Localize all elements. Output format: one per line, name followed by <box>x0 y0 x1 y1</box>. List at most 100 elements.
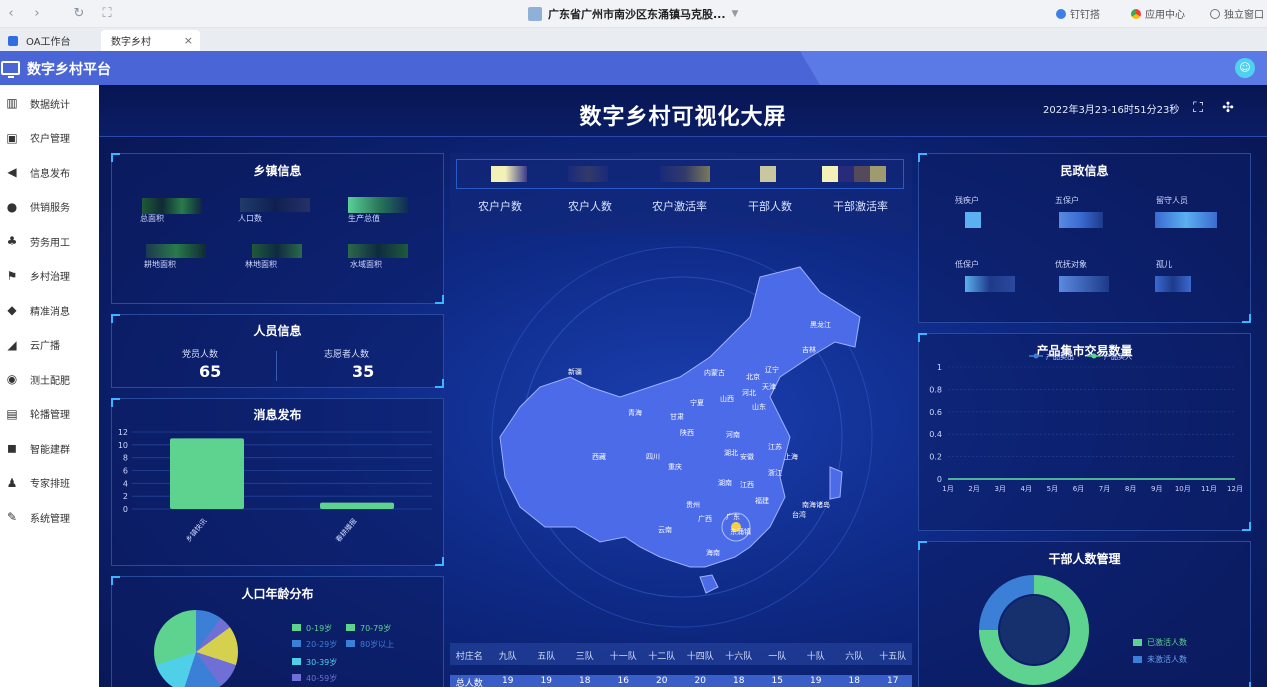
users-icon: ● <box>6 199 18 214</box>
civil-label: 优抚对象 <box>1055 260 1087 269</box>
masked-value <box>660 166 710 182</box>
table-cell: 16 <box>617 676 629 686</box>
table-cell: 17 <box>887 676 899 686</box>
sidebar-item[interactable]: ♣ 劳务用工 <box>0 224 99 258</box>
masked-value <box>348 244 408 258</box>
capture-icon[interactable]: ⛶ <box>98 5 116 23</box>
legend-label: 40-59岁 <box>306 674 338 683</box>
sidebar-item[interactable]: ✎ 系统管理 <box>0 500 99 534</box>
legend-dot-sell <box>1033 353 1039 359</box>
user-avatar[interactable]: ☺ <box>1235 58 1255 78</box>
map-label: 甘肃 <box>670 412 684 421</box>
masked-value <box>760 166 776 182</box>
map-label: 云南 <box>658 525 672 534</box>
civil-label: 孤儿 <box>1156 260 1172 269</box>
link-dingda[interactable]: 钉钉搭 <box>1056 6 1100 21</box>
town-label: 水域面积 <box>350 260 382 269</box>
map-label: 东涌镇 <box>730 527 751 536</box>
link-standalone-window[interactable]: 独立窗口 <box>1210 6 1264 21</box>
legend-sell: 产品卖出 <box>1046 352 1074 361</box>
sidebar-item[interactable]: ⚑ 乡村治理 <box>0 259 99 293</box>
x-tick-label: 6月 <box>1073 485 1084 493</box>
map-label: 湖北 <box>724 448 738 457</box>
exit-fullscreen-icon[interactable]: ✣ <box>1219 99 1237 117</box>
civil-label: 留守人员 <box>1156 196 1188 205</box>
sidebar-item-label: 云广播 <box>30 341 60 352</box>
sidebar-item[interactable]: ♟ 专家排班 <box>0 466 99 500</box>
table-header-cell: 十二队 <box>648 652 676 662</box>
window-icon <box>1210 8 1220 19</box>
map-label: 河北 <box>742 389 756 397</box>
age-pie-chart <box>154 610 238 687</box>
app-title: 数字乡村平台 <box>27 62 111 78</box>
panel-title: 产品集市交易数量 <box>1036 344 1133 358</box>
tab-digital-village[interactable]: 数字乡村 × <box>101 30 200 51</box>
message-panel: 消息发布 12 10 8 6 4 2 0 乡镇快讯 春耕播报 <box>111 398 444 566</box>
panel-title: 乡镇信息 <box>253 164 302 178</box>
panel-title: 人员信息 <box>253 324 302 338</box>
sidebar-item[interactable]: ◢ 云广播 <box>0 328 99 362</box>
table-cell: 总人数 <box>455 679 483 687</box>
sidebar-item-label: 专家排班 <box>30 479 70 490</box>
sidebar-item[interactable]: ● 供销服务 <box>0 190 99 224</box>
legend-swatch <box>292 658 301 665</box>
location-pin-icon: ◉ <box>6 372 18 386</box>
chevron-down-icon[interactable]: ▼ <box>732 9 739 19</box>
legend-buy: 产品买入 <box>1104 352 1132 361</box>
sidebar-item[interactable]: ◀ 信息发布 <box>0 155 99 189</box>
town-info-panel: 乡镇信息 总面积 人口数 生产总值 耕地面积 林地面积 水域面积 <box>111 153 444 304</box>
back-icon[interactable]: ‹ <box>2 5 20 23</box>
forward-icon[interactable]: › <box>28 5 46 23</box>
town-label: 林地面积 <box>245 260 277 269</box>
site-icon <box>528 7 542 21</box>
link-label: 应用中心 <box>1145 10 1185 21</box>
legend-label: 30-39岁 <box>306 658 338 667</box>
tab-oa[interactable]: OA工作台 <box>0 30 98 51</box>
table-cell: 20 <box>694 676 706 686</box>
sidebar-item-label: 信息发布 <box>30 168 70 180</box>
cadre-donut-chart <box>979 575 1089 685</box>
link-app-center[interactable]: 应用中心 <box>1131 6 1185 21</box>
x-tick-label: 5月 <box>1047 485 1058 493</box>
map-label: 广西 <box>698 514 712 523</box>
map-label: 北京 <box>746 372 760 381</box>
reload-icon[interactable]: ↻ <box>70 5 88 23</box>
map-label: 黑龙江 <box>810 320 831 329</box>
legend-swatch-inactive <box>1133 656 1142 663</box>
datetime: 2022年3月23-16时51分23秒 <box>1043 105 1180 116</box>
sidebar-item[interactable]: ◼ 智能建群 <box>0 431 99 465</box>
masked-value <box>568 166 608 182</box>
close-icon[interactable]: × <box>184 34 193 47</box>
sidebar-item[interactable]: ◆ 精准消息 <box>0 293 99 327</box>
tab-label: OA工作台 <box>26 37 71 48</box>
bar-chart-icon: ▥ <box>6 96 18 110</box>
app-center-icon <box>1131 8 1141 19</box>
x-tick-label: 9月 <box>1151 485 1162 493</box>
map-label: 湖南 <box>718 478 732 487</box>
map-label: 内蒙古 <box>704 368 725 377</box>
fullscreen-icon[interactable]: ⛶ <box>1189 99 1207 117</box>
panel-title: 消息发布 <box>253 408 302 422</box>
masked-value <box>1059 276 1109 292</box>
sidebar-item[interactable]: ▥ 数据统计 <box>0 86 99 120</box>
sidebar-item[interactable]: ◉ 测土配肥 <box>0 362 99 396</box>
x-tick-label: 3月 <box>994 485 1005 493</box>
header-stripe <box>800 51 1267 85</box>
x-tick-label: 10月 <box>1175 485 1191 493</box>
y-tick-label: 0.8 <box>929 385 942 394</box>
stat-label: 农户激活率 <box>652 200 707 213</box>
sidebar-item[interactable]: ▣ 农户管理 <box>0 121 99 155</box>
map-label: 河南 <box>726 430 740 439</box>
megaphone-icon: ◀ <box>7 165 17 179</box>
sidebar-item[interactable]: ▤ 轮播管理 <box>0 397 99 431</box>
legend-label: 80岁以上 <box>360 640 395 649</box>
sidebar-item-label: 智能建群 <box>30 444 70 456</box>
y-tick-label: 2 <box>123 492 128 501</box>
table-header-cell: 村庄名 <box>455 652 483 662</box>
address-bar[interactable]: 广东省广州市南沙区东涌镇马克股... ▼ <box>528 5 738 23</box>
map-label: 新疆 <box>568 367 582 376</box>
y-tick-label: 0.4 <box>929 430 942 439</box>
town-label: 人口数 <box>238 214 262 223</box>
bar <box>320 502 394 509</box>
y-tick-label: 0 <box>123 505 128 514</box>
